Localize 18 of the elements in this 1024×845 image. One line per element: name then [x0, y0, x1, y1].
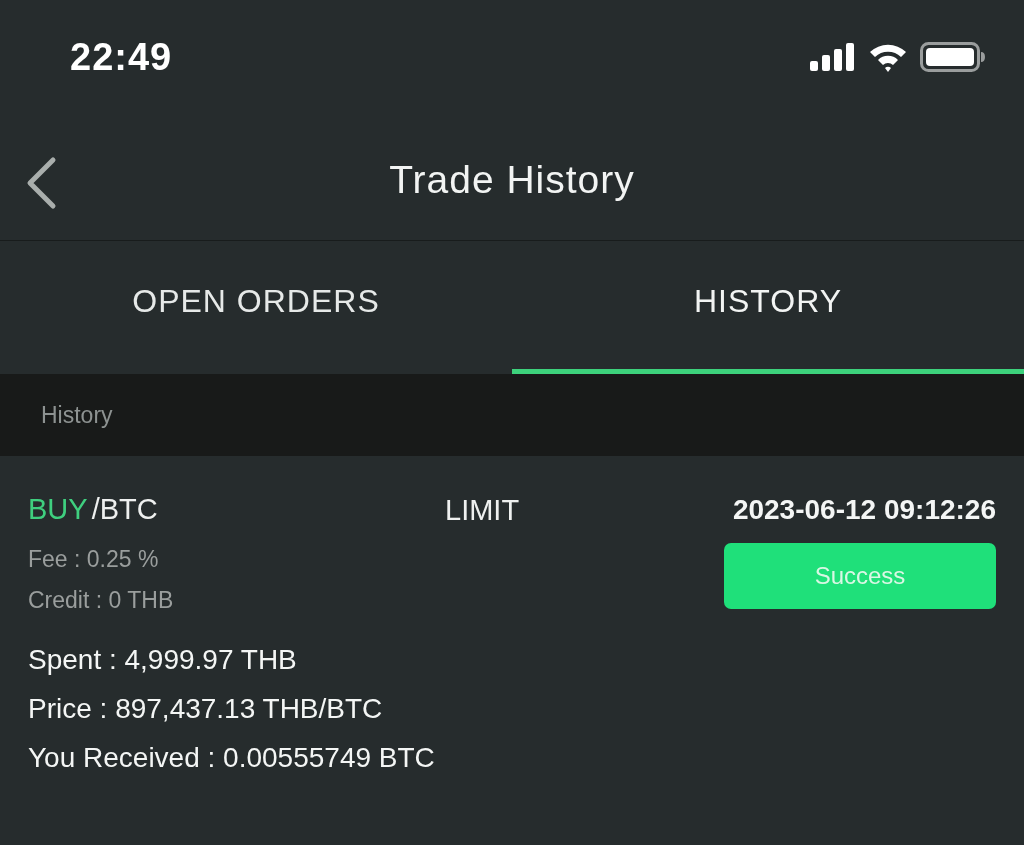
battery-icon [920, 42, 986, 72]
page-title: Trade History [389, 156, 635, 203]
order-pair: /BTC [91, 492, 158, 528]
order-detail: Spent : 4,999.97 THB [28, 643, 298, 677]
order-detail: You Received : 0.00555749 BTC [28, 741, 436, 775]
section-title: History [41, 400, 113, 430]
clock-time: 22:49 [70, 34, 173, 80]
back-icon[interactable] [25, 156, 57, 210]
order-type: LIMIT [445, 493, 520, 528]
order-datetime: 2023-06-12 09:12:26 [732, 493, 996, 527]
tab[interactable]: OPEN ORDERS [0, 241, 512, 374]
wifi-icon [868, 42, 908, 72]
order-side: BUY [28, 492, 88, 528]
credit-text: Credit : 0 THB [28, 586, 175, 615]
order-detail: Price : 897,437.13 THB/BTC [28, 692, 384, 726]
signal-icon [810, 43, 856, 71]
status-text: Success [814, 561, 906, 591]
fee-text: Fee : 0.25 % [28, 545, 160, 574]
